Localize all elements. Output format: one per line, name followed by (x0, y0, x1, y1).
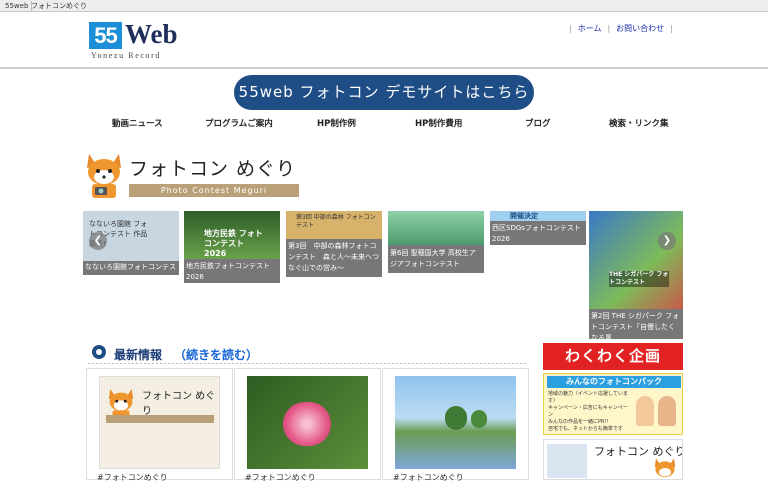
banner-subtitle: Photo Contest Meguri (129, 184, 299, 197)
section-bullet-icon (92, 345, 106, 359)
main-nav: 動画ニュース プログラムご案内 HP制作例 HP制作費用 ブログ 検索・リンク集 (85, 117, 683, 135)
nav-item-video-news[interactable]: 動画ニュース (112, 117, 163, 129)
post-thumbnail (395, 376, 516, 469)
carousel-image: 地方民鉄 フォトコンテスト 2026 (184, 211, 280, 259)
logo-word: Web (125, 19, 178, 49)
nav-item-blog[interactable]: ブログ (525, 117, 551, 129)
sidebar-meguri-banner[interactable]: フォトコン めぐり (543, 439, 683, 480)
section-divider (88, 363, 528, 364)
post-tag[interactable]: #フォトコンめぐり (97, 472, 168, 483)
photocon-meguri-banner[interactable]: フォトコン めぐり Photo Contest Meguri (83, 150, 303, 200)
carousel-card[interactable]: 地方民鉄 フォトコンテスト 2026 地方民鉄フォトコンテスト2026 (184, 211, 280, 283)
logo-subtitle: Yonezu Record (91, 51, 161, 60)
post-card[interactable]: フォトコン めぐり #フォトコンめぐり (86, 368, 233, 483)
nav-item-hp-cost[interactable]: HP制作費用 (415, 117, 462, 129)
sidebar-heading: わくわく企画 (543, 343, 683, 370)
tab-photocon-meguri[interactable]: フォトコンめぐり (28, 1, 90, 11)
nav-item-program[interactable]: プログラムご案内 (205, 117, 273, 129)
carousel-caption: 地方民鉄フォトコンテスト2026 (186, 262, 270, 281)
post-tag[interactable]: #フォトコンめぐり (393, 472, 464, 483)
post-card[interactable]: #フォトコンめぐり (234, 368, 381, 483)
banner-title: フォトコン めぐり (129, 158, 297, 180)
carousel-card[interactable]: 開催決定 西区SDGsフォトコンテスト2026 (490, 211, 586, 245)
carousel-caption: なないろ園館フォトコンテスト (85, 263, 176, 282)
nav-item-hp-examples[interactable]: HP制作例 (317, 117, 356, 129)
carousel-caption: 第3回 中部の森林フォトコンテスト 森と人〜未来へつなぐ山での営み〜 (288, 242, 379, 272)
contest-carousel: なないろ園館 フォトコンテスト 作品募集! なないろ園館フォトコンテスト 地方民… (83, 211, 683, 339)
carousel-card[interactable]: THE シガパーク フォトコンテスト 第2回 THE シガパーク フォトコンテス… (589, 211, 683, 339)
photocon-pack-banner[interactable]: みんなのフォトコンパック 地域の魅力（イベント応援しています） キャンペーン・広… (543, 373, 683, 435)
carousel-prev-icon[interactable]: ❮ (89, 232, 107, 250)
read-more-link[interactable]: （続きを読む） (174, 348, 258, 362)
carousel-card[interactable]: 第3回 中部の森林 フォトコンテスト 第3回 中部の森林フォトコンテスト 森と人… (286, 211, 382, 277)
latest-news-header: 最新情報 （続きを読む） (88, 342, 528, 364)
fox-mascot-icon (87, 154, 121, 198)
site-header: 55 Web Yonezu Record | ホーム | お問い合わせ | (0, 12, 768, 69)
rose-photo (283, 402, 331, 446)
fox-mascot-icon (654, 458, 676, 477)
post-card[interactable]: #フォトコンめぐり (382, 368, 529, 483)
carousel-next-icon[interactable]: ❯ (658, 232, 676, 250)
contact-link[interactable]: お問い合わせ (616, 24, 664, 33)
logo-number: 55 (89, 22, 122, 49)
pack-title: みんなのフォトコンパック (547, 376, 681, 388)
carousel-image: 第3回 中部の森林 フォトコンテスト (286, 211, 382, 239)
carousel-caption: 第2回 THE シガパーク フォトコンテスト「自慢したくなる風 (591, 312, 680, 339)
home-link[interactable]: ホーム (578, 24, 602, 33)
top-links: | ホーム | お問い合わせ | (569, 24, 673, 33)
post-thumbnail (247, 376, 368, 469)
post-tag[interactable]: #フォトコンめぐり (245, 472, 316, 483)
carousel-image (388, 211, 484, 245)
browser-tab-bar: 55web フォトコンめぐり (0, 0, 768, 12)
demo-site-button[interactable]: 55web フォトコン デモサイトはこちら (234, 75, 534, 110)
carousel-image: THE シガパーク フォトコンテスト (589, 211, 683, 309)
person-illustration (636, 396, 654, 426)
carousel-image: 開催決定 (490, 211, 586, 221)
section-title: 最新情報 (114, 348, 163, 362)
person-illustration (658, 396, 676, 426)
carousel-caption: 西区SDGsフォトコンテスト2026 (492, 224, 581, 243)
post-thumbnail: フォトコン めぐり (99, 376, 220, 469)
nav-item-search-links[interactable]: 検索・リンク集 (609, 117, 669, 129)
carousel-card[interactable]: 第6回 聖穂国大学 高校生アジアフォトコンテスト (388, 211, 484, 273)
carousel-caption: 第6回 聖穂国大学 高校生アジアフォトコンテスト (390, 249, 476, 268)
site-logo[interactable]: 55 Web Yonezu Record (89, 19, 179, 62)
pack-lines: 地域の魅力（イベント応援しています） キャンペーン・広告にもキャンペーン みんな… (548, 391, 628, 432)
